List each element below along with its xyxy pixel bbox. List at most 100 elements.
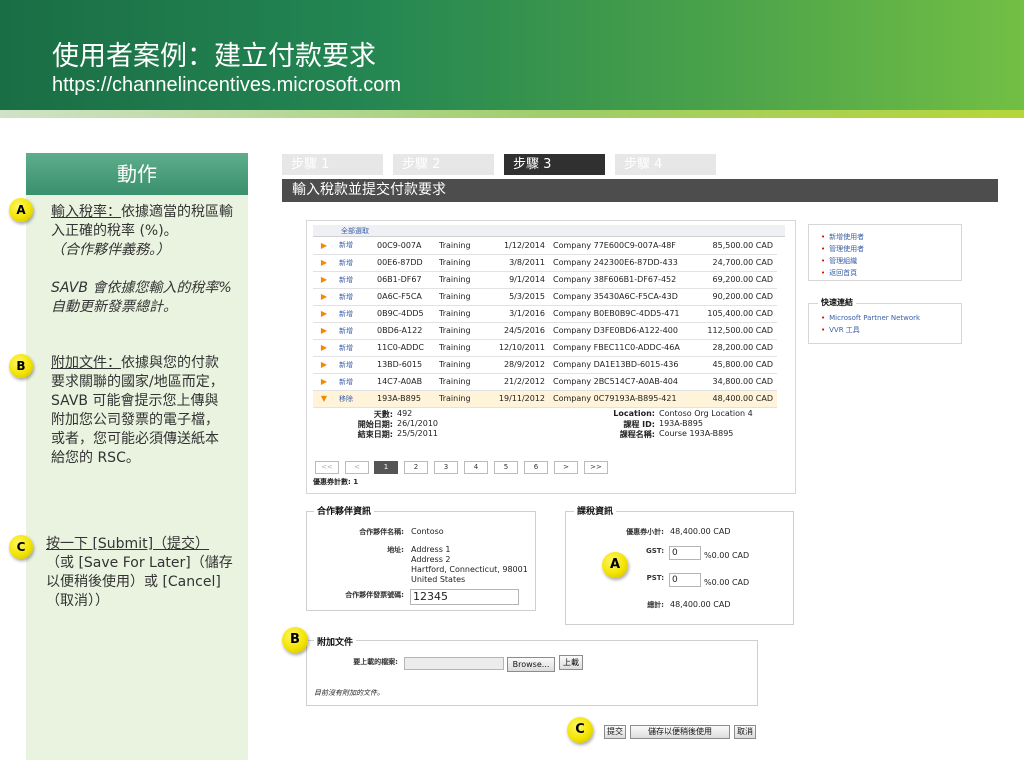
row-number: 13BD-6015 — [373, 356, 435, 374]
table-row[interactable]: ▶ 新增 0A6C-F5CA Training 5/3/2015 Company 3543… — [313, 288, 777, 306]
row-amount: 34,800.00 CAD — [699, 373, 777, 391]
row-expand-icon[interactable]: ▼ — [313, 390, 335, 408]
row-amount: 85,500.00 CAD — [699, 237, 777, 255]
end-date-value: 25/5/2011 — [397, 429, 439, 438]
pager-page-2[interactable]: 2 — [404, 461, 428, 474]
table-row[interactable]: ▶ 新增 0B9C-4DD5 Training 3/1/2016 Company B0EB… — [313, 305, 777, 323]
partner-name-value: Contoso — [411, 527, 444, 536]
table-row[interactable]: ▶ 新增 14C7-A0AB Training 21/2/2012 Company 2BC… — [313, 373, 777, 391]
pst-rate-input[interactable]: 0 — [669, 573, 701, 587]
row-action-link[interactable]: 新增 — [335, 356, 373, 374]
banner-strip — [0, 110, 1024, 118]
upload-button[interactable]: 上載 — [559, 655, 583, 670]
action-b-text: 附加文件：依據與您的付款要求關聯的國家/地區而定，SAVB 可能會提示您上傳與附… — [51, 354, 231, 468]
row-action-link[interactable]: 新增 — [335, 271, 373, 289]
pager-last[interactable]: >> — [584, 461, 608, 474]
address-value: Address 1 Address 2 Hartford, Connecticu… — [411, 545, 528, 584]
row-action-link[interactable]: 新增 — [335, 339, 373, 357]
no-attachments-note: 目前沒有附加的文件。 — [314, 689, 384, 697]
row-expand-icon[interactable]: ▶ — [313, 373, 335, 391]
quick-links-title: 快速連結 — [818, 297, 856, 308]
select-all-link[interactable]: 全部選取 — [313, 225, 785, 237]
row-date: 9/1/2014 — [485, 271, 549, 289]
slide-title: 使用者案例：建立付款要求 — [52, 41, 376, 72]
row-amount: 112,500.00 CAD — [699, 322, 777, 340]
row-expand-icon[interactable]: ▶ — [313, 237, 335, 255]
row-number: 00C9-007A — [373, 237, 435, 255]
table-row[interactable]: ▶ 新增 00E6-87DD Training 3/8/2011 Company 2423… — [313, 254, 777, 272]
browse-button[interactable]: Browse... — [507, 657, 555, 672]
pst-label: PST: — [646, 574, 664, 582]
days-value: 492 — [397, 409, 413, 418]
pager-page-6[interactable]: 6 — [524, 461, 548, 474]
subtotal-label: 優惠券小計: — [626, 528, 664, 536]
row-company: Company 0C79193A-B895-421 — [549, 390, 699, 408]
cancel-button[interactable]: 取消 — [734, 725, 756, 739]
total-value: 48,400.00 CAD — [670, 600, 731, 609]
table-row[interactable]: ▶ 新增 00C9-007A Training 1/12/2014 Company 77E… — [313, 237, 777, 255]
pager-page-5[interactable]: 5 — [494, 461, 518, 474]
marker-c: C — [9, 535, 33, 559]
submit-button[interactable]: 提交 — [604, 725, 626, 739]
row-type: Training — [435, 237, 485, 255]
row-action-link[interactable]: 新增 — [335, 237, 373, 255]
address-label: 地址: — [387, 546, 404, 554]
pager-page-3[interactable]: 3 — [434, 461, 458, 474]
nav-link-add-user[interactable]: • 新增使用者 — [821, 231, 961, 243]
row-action-link[interactable]: 新增 — [335, 322, 373, 340]
row-action-link[interactable]: 新增 — [335, 373, 373, 391]
pager-prev[interactable]: < — [345, 461, 369, 474]
pager-page-1[interactable]: 1 — [374, 461, 398, 474]
callout-c: C — [567, 717, 593, 743]
row-action-link[interactable]: 移除 — [335, 390, 373, 408]
row-type: Training — [435, 390, 485, 408]
action-a-text: 輸入稅率：依據適當的稅區輸入正確的稅率 (%)。 （合作夥伴義務。） SAVB … — [51, 203, 241, 317]
row-action-link[interactable]: 新增 — [335, 305, 373, 323]
table-row[interactable]: ▼ 移除 193A-B895 Training 19/11/2012 Company 0C… — [313, 390, 777, 408]
save-for-later-button[interactable]: 儲存以便稍後使用 — [630, 725, 730, 739]
step-3-tab[interactable]: 步驟 3 — [504, 154, 605, 175]
nav-link-home[interactable]: • 返回首頁 — [821, 267, 961, 279]
row-action-link[interactable]: 新增 — [335, 288, 373, 306]
table-row[interactable]: ▶ 新增 11C0-ADDC Training 12/10/2011 Company FB… — [313, 339, 777, 357]
step-1-tab[interactable]: 步驟 1 — [282, 154, 383, 175]
gst-rate-input[interactable]: 0 — [669, 546, 701, 560]
row-expand-icon[interactable]: ▶ — [313, 356, 335, 374]
file-path-input[interactable] — [404, 657, 504, 670]
row-expand-icon[interactable]: ▶ — [313, 288, 335, 306]
row-expand-icon[interactable]: ▶ — [313, 305, 335, 323]
quick-link-vvr[interactable]: • VVR 工具 — [821, 324, 961, 336]
action-b-body: 依據與您的付款要求關聯的國家/地區而定，SAVB 可能會提示您上傳與附加您公司發… — [51, 355, 224, 466]
quick-link-mpn[interactable]: • Microsoft Partner Network — [821, 312, 961, 324]
row-amount: 28,200.00 CAD — [699, 339, 777, 357]
row-type: Training — [435, 339, 485, 357]
step-2-tab[interactable]: 步驟 2 — [393, 154, 494, 175]
partner-info-title: 合作夥伴資訊 — [314, 504, 375, 517]
row-date: 28/9/2012 — [485, 356, 549, 374]
table-row[interactable]: ▶ 新增 13BD-6015 Training 28/9/2012 Company DA1… — [313, 356, 777, 374]
row-expand-icon[interactable]: ▶ — [313, 254, 335, 272]
table-row[interactable]: ▶ 新增 0BD6-A122 Training 24/5/2016 Company D3F… — [313, 322, 777, 340]
row-date: 24/5/2016 — [485, 322, 549, 340]
row-company: Company DA1E13BD-6015-436 — [549, 356, 699, 374]
row-expand-icon[interactable]: ▶ — [313, 339, 335, 357]
total-label: 總計: — [647, 601, 664, 609]
step-title-bar: 輸入稅款並提交付款要求 — [282, 179, 998, 202]
invoice-number-input[interactable]: 12345 — [410, 589, 519, 605]
nav-link-manage-org[interactable]: • 管理組織 — [821, 255, 961, 267]
pager-next[interactable]: > — [554, 461, 578, 474]
row-type: Training — [435, 322, 485, 340]
table-row[interactable]: ▶ 新增 06B1-DF67 Training 9/1/2014 Company 38F6… — [313, 271, 777, 289]
action-c-label: 按一下 [Submit]（提交） — [46, 536, 210, 552]
step-4-tab[interactable]: 步驟 4 — [615, 154, 716, 175]
row-expand-icon[interactable]: ▶ — [313, 271, 335, 289]
row-number: 00E6-87DD — [373, 254, 435, 272]
row-expand-icon[interactable]: ▶ — [313, 322, 335, 340]
row-action-link[interactable]: 新增 — [335, 254, 373, 272]
nav-link-manage-users[interactable]: • 管理使用者 — [821, 243, 961, 255]
callout-a: A — [602, 552, 628, 578]
action-c-text: 按一下 [Submit]（提交） （或 [Save For Later]（儲存以… — [46, 535, 238, 611]
action-b-label: 附加文件： — [51, 355, 121, 371]
pager-page-4[interactable]: 4 — [464, 461, 488, 474]
pager-first[interactable]: << — [315, 461, 339, 474]
